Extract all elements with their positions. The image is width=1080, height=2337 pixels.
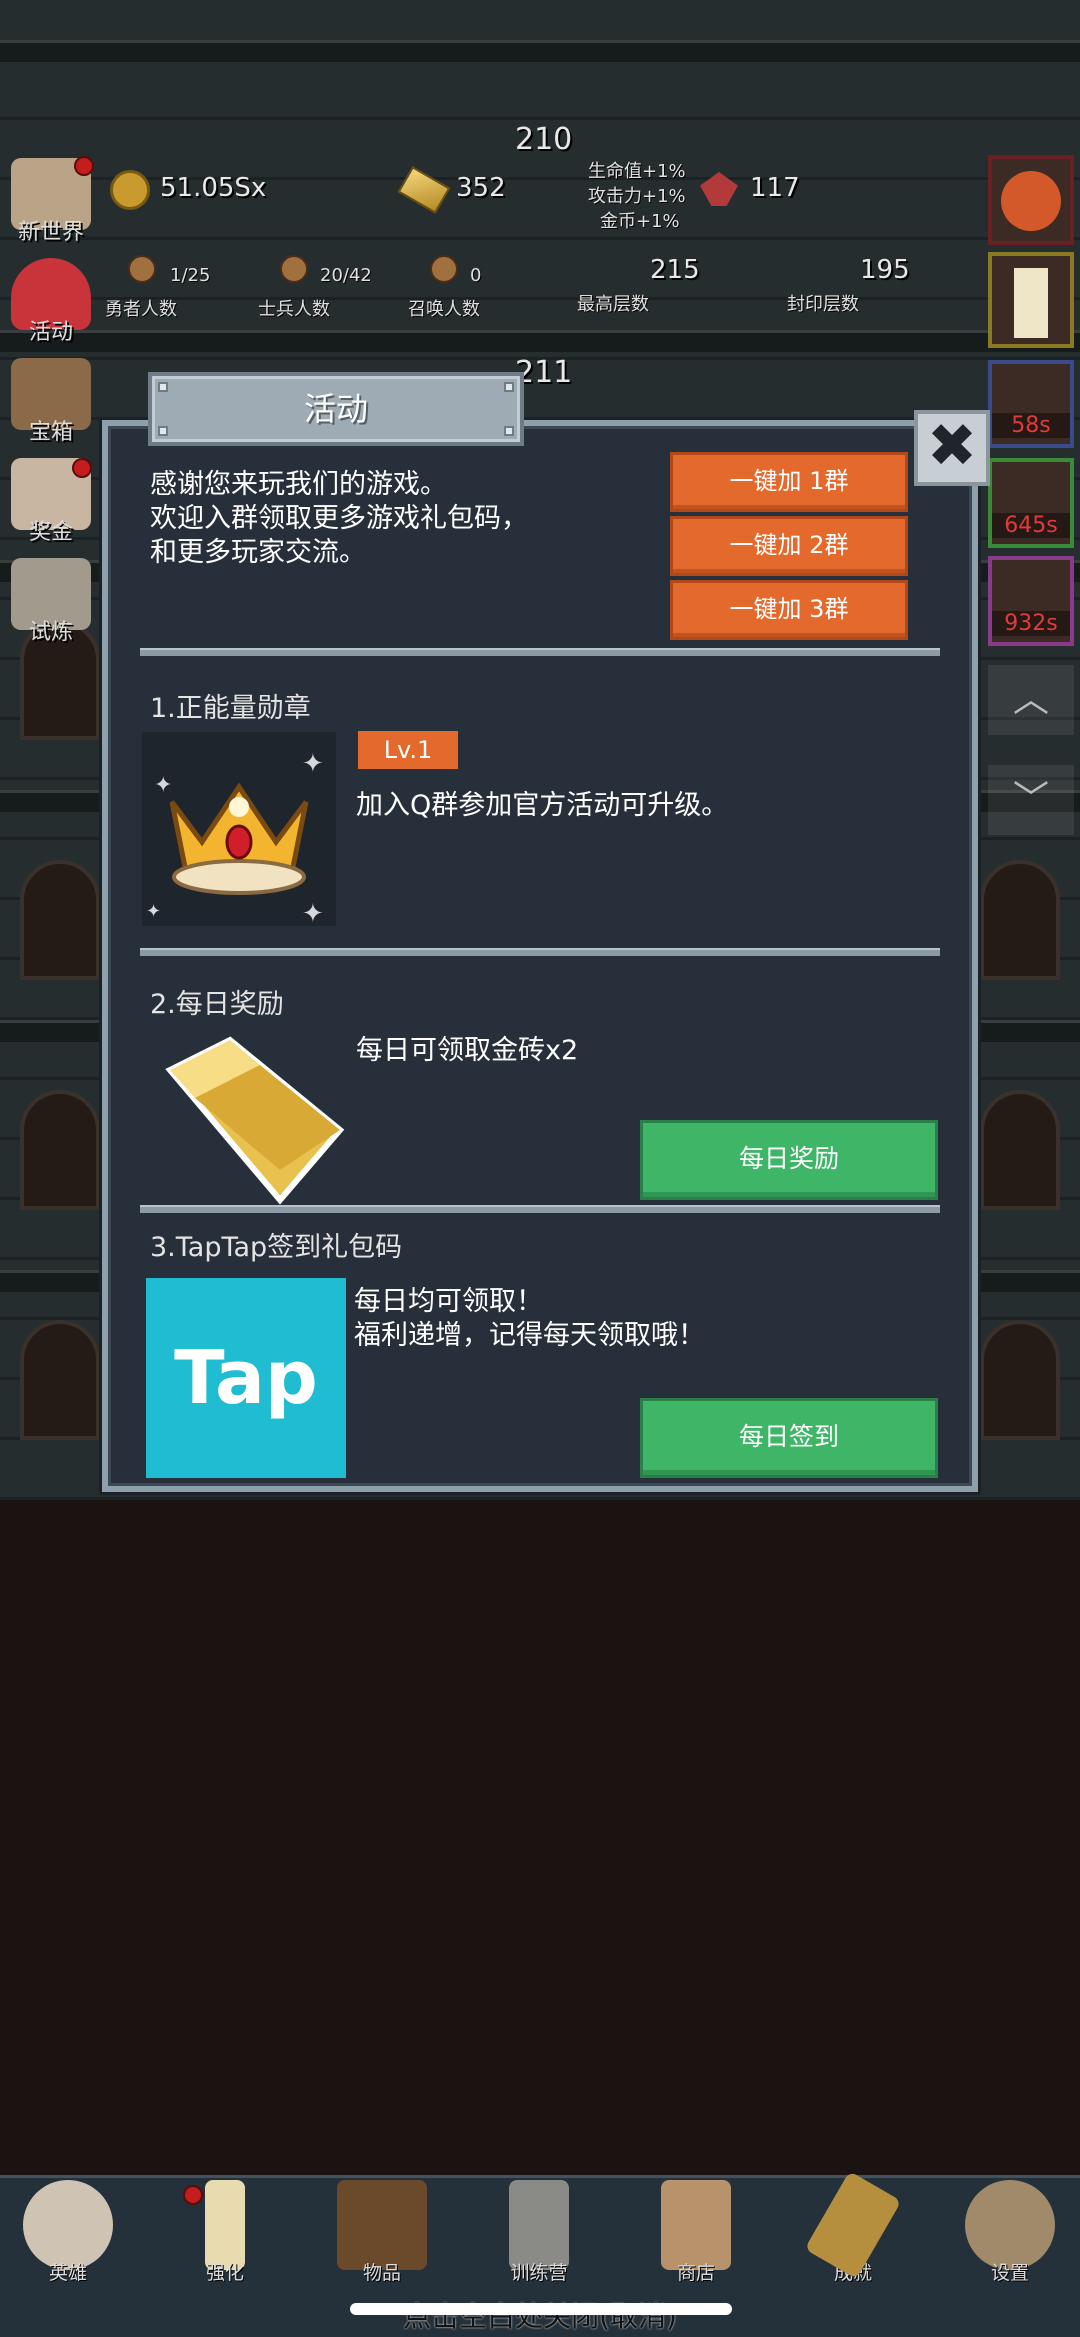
gold-coin-icon xyxy=(110,170,150,210)
svg-text:✦: ✦ xyxy=(302,749,324,779)
notification-dot xyxy=(183,2185,203,2205)
menu-label: 奖金 xyxy=(28,520,73,545)
menu-trial[interactable]: 试炼 xyxy=(6,558,96,646)
menu-label: 活动 xyxy=(28,320,73,345)
blank-area[interactable] xyxy=(0,1500,1080,2175)
daily-checkin-button[interactable]: 每日签到 xyxy=(640,1398,938,1478)
floor-number-above: 210 xyxy=(515,122,573,157)
soldier-count-label: 士兵人数 xyxy=(258,299,330,320)
section-1-title: 1.正能量勋章 xyxy=(150,693,311,724)
tab-label: 强化 xyxy=(205,2262,244,2284)
seal-floor-label: 封印层数 xyxy=(787,294,859,315)
mug-icon xyxy=(661,2180,731,2270)
apple-icon xyxy=(1001,171,1061,231)
intro-line-1: 感谢您来玩我们的游戏。 xyxy=(150,469,447,500)
max-floor-label: 最高层数 xyxy=(577,294,649,315)
tab-items[interactable]: 物品 xyxy=(322,2180,442,2285)
tab-label: 设置 xyxy=(990,2262,1029,2284)
scroll-up-icon[interactable]: ︿ xyxy=(988,665,1074,735)
tab-label: 商店 xyxy=(676,2262,715,2284)
menu-label: 宝箱 xyxy=(28,420,73,445)
menu-chest[interactable]: 宝箱 xyxy=(6,358,96,446)
candle-buff[interactable] xyxy=(988,252,1074,348)
dialog-title-tab: 活动 xyxy=(148,372,524,446)
gold-bar-amount: 352 xyxy=(456,173,506,203)
section-1-desc: 加入Q群参加官方活动可升级。 xyxy=(356,790,729,821)
summon-count-label: 召唤人数 xyxy=(408,299,480,320)
tab-label: 训练营 xyxy=(510,2262,568,2284)
notification-dot xyxy=(72,458,92,478)
section-2-title: 2.每日奖励 xyxy=(150,989,284,1020)
menu-activity[interactable]: 活动 xyxy=(6,258,96,346)
taptap-logo: Tap xyxy=(146,1278,346,1478)
crown-medal-icon: ✦ ✦ ✦ ✦ xyxy=(146,749,324,929)
daily-reward-button[interactable]: 每日奖励 xyxy=(640,1120,938,1200)
tab-label: 英雄 xyxy=(48,2262,87,2284)
rivet xyxy=(504,426,514,436)
level-badge: Lv.1 xyxy=(358,731,458,769)
join-group-3-button[interactable]: 一键加 3群 xyxy=(670,580,908,640)
soldier-icon xyxy=(280,255,308,283)
tab-label: 物品 xyxy=(362,2262,401,2284)
rivet xyxy=(158,382,168,392)
tab-hero[interactable]: 英雄 xyxy=(8,2180,128,2285)
section-3-desc-2: 福利递增，记得每天领取哦！ xyxy=(354,1320,705,1351)
candle-icon xyxy=(205,2180,245,2270)
book-icon xyxy=(337,2180,427,2270)
candle-icon xyxy=(1014,268,1048,338)
section-2-desc: 每日可领取金砖x2 xyxy=(356,1035,579,1066)
summon-icon xyxy=(430,255,458,283)
timer-buff-1[interactable]: 58s xyxy=(988,360,1074,448)
dialog-title: 活动 xyxy=(303,390,368,428)
skull-icon xyxy=(23,2180,113,2270)
notification-dot xyxy=(74,156,94,176)
svg-text:✦: ✦ xyxy=(154,773,172,798)
gem-amount: 117 xyxy=(750,173,800,203)
buff-atk: 攻击力+1% xyxy=(588,186,686,207)
svg-text:✦: ✦ xyxy=(146,901,161,922)
buff-hp: 生命值+1% xyxy=(588,161,686,182)
max-floor: 215 xyxy=(650,255,700,285)
intro-line-2: 欢迎入群领取更多游戏礼包码， xyxy=(150,503,528,534)
buff-gold: 金币+1% xyxy=(600,211,680,232)
section-3-desc-1: 每日均可领取！ xyxy=(354,1286,543,1317)
soldier-count: 20/42 xyxy=(320,265,372,286)
summon-count: 0 xyxy=(470,265,482,286)
hero-icon xyxy=(128,255,156,283)
timer-text: 645s xyxy=(992,513,1070,538)
rivet xyxy=(504,382,514,392)
gold-brick-icon xyxy=(150,1030,350,1210)
tab-shop[interactable]: 商店 xyxy=(636,2180,756,2285)
close-icon[interactable]: ✖ xyxy=(914,410,990,486)
apple-buff[interactable] xyxy=(988,155,1074,245)
timer-buff-2[interactable]: 645s xyxy=(988,458,1074,548)
seal-floor: 195 xyxy=(860,255,910,285)
timer-buff-3[interactable]: 932s xyxy=(988,556,1074,646)
tab-settings[interactable]: 设置 xyxy=(950,2180,1070,2285)
intro-line-3: 和更多玩家交流。 xyxy=(150,537,366,568)
menu-label: 新世界 xyxy=(17,220,84,245)
menu-label: 试炼 xyxy=(28,620,73,645)
home-indicator[interactable] xyxy=(350,2303,732,2315)
rivet xyxy=(158,426,168,436)
divider xyxy=(140,1205,940,1213)
timer-text: 932s xyxy=(992,611,1070,636)
divider xyxy=(140,648,940,656)
divider xyxy=(140,948,940,956)
hero-count: 1/25 xyxy=(170,265,211,286)
scroll-down-icon[interactable]: ﹀ xyxy=(988,765,1074,835)
timer-text: 58s xyxy=(992,413,1070,438)
medal-box: ✦ ✦ ✦ ✦ xyxy=(142,732,336,929)
section-3-title: 3.TapTap签到礼包码 xyxy=(150,1232,403,1263)
gold-amount: 51.05Sx xyxy=(160,173,267,203)
lantern-icon xyxy=(509,2180,569,2270)
tab-training[interactable]: 训练营 xyxy=(479,2180,599,2285)
join-group-1-button[interactable]: 一键加 1群 xyxy=(670,452,908,512)
close-hint: 点击空白处关闭(取消) xyxy=(403,2300,677,2333)
gear-icon xyxy=(965,2180,1055,2270)
tab-achievement[interactable]: 成就 xyxy=(793,2171,913,2285)
hero-count-label: 勇者人数 xyxy=(105,299,177,320)
svg-text:✦: ✦ xyxy=(302,899,324,926)
join-group-2-button[interactable]: 一键加 2群 xyxy=(670,516,908,576)
